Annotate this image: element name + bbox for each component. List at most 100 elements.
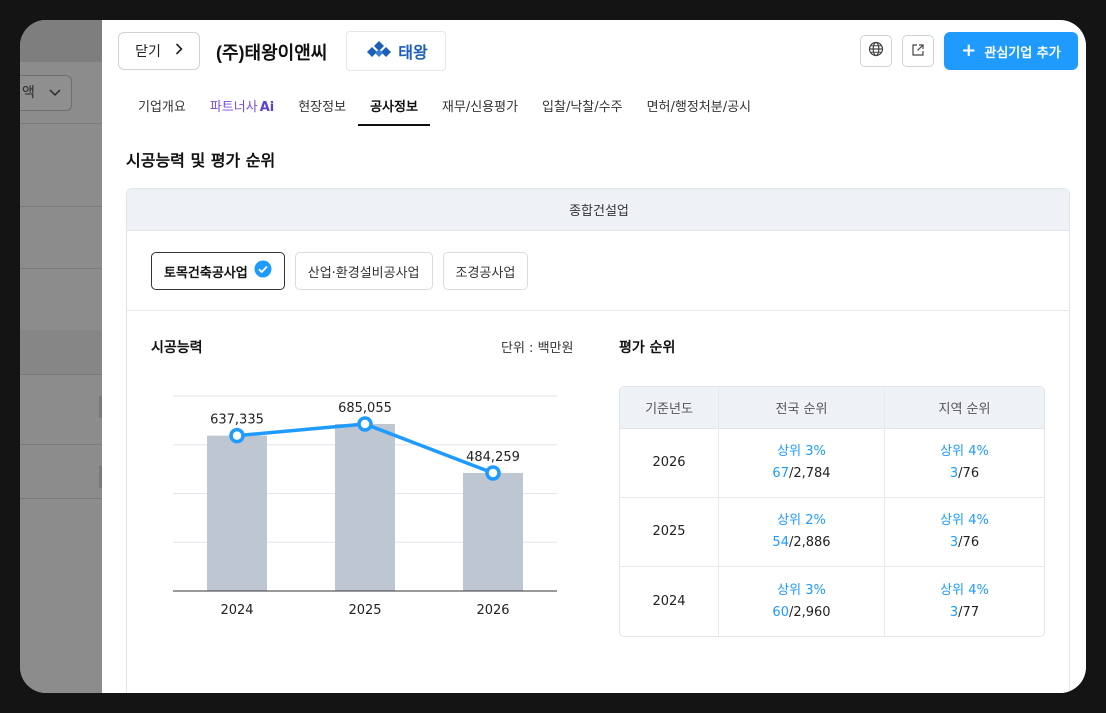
- national-rank-cell: 상위 3% 60/2,960: [718, 567, 884, 636]
- regional-total: /77: [958, 604, 980, 620]
- data-label: 637,335: [210, 413, 264, 428]
- rank-table: 기준년도 전국 순위 지역 순위 2026 상위 3% 67/2,784 상위 4…: [619, 386, 1045, 637]
- chip-label: 조경공사업: [455, 265, 516, 281]
- regional-rank-cell: 상위 4% 3/77: [884, 567, 1044, 636]
- regional-total: /76: [958, 466, 980, 481]
- background-header: [20, 20, 102, 62]
- tab-label: 현장정보: [298, 100, 347, 115]
- business-type-chips: 토목건축공사업 산업·환경설비공사업 조경공사업: [151, 252, 529, 290]
- section-title: 시공능력 및 평가 순위: [126, 151, 276, 170]
- tab-company-overview[interactable]: 기업개요: [138, 90, 186, 126]
- tab-bidding[interactable]: 입찰/낙찰/수주: [542, 90, 623, 126]
- chip-label: 토목건축공사업: [164, 265, 248, 281]
- chart-bar: [463, 472, 523, 591]
- chevron-right-icon: [175, 43, 183, 59]
- capability-card: 종합건설업 토목건축공사업 산업·환경설비공사업 조경공사업 시공능력 단위 :…: [126, 188, 1070, 693]
- national-rank: 60: [772, 604, 789, 620]
- capability-chart: 2024 2025 2026 637,335 685,055 484,259: [173, 395, 557, 618]
- background-select-label: 액: [22, 85, 35, 101]
- table-header-row: 기준년도 전국 순위 지역 순위: [620, 387, 1044, 429]
- logo-text: 태왕: [398, 43, 428, 62]
- close-button-label: 닫기: [135, 44, 161, 60]
- background-divider: [20, 498, 102, 499]
- ai-badge: Ai: [259, 100, 275, 115]
- national-rank: 54: [772, 535, 789, 550]
- table-row: 2024 상위 3% 60/2,960 상위 4% 3/77: [620, 567, 1044, 636]
- background-divider: [20, 268, 102, 269]
- regional-percentile: 상위 4%: [940, 513, 989, 528]
- national-total: /2,960: [788, 604, 831, 620]
- national-rank-cell: 상위 2% 54/2,886: [718, 498, 884, 567]
- company-detail-panel: 닫기 (주)태왕이앤씨 태왕 + 관심기업 추가 기업개요 파트너사 Ai 현장…: [102, 20, 1086, 693]
- external-link-icon: [911, 42, 925, 61]
- card-header: 종합건설업: [127, 189, 1069, 231]
- background-page: 액: [20, 20, 102, 693]
- column-header-year: 기준년도: [620, 387, 718, 429]
- company-logo: 태왕: [346, 31, 446, 71]
- regional-total: /76: [958, 535, 980, 550]
- add-favorite-button[interactable]: + 관심기업 추가: [944, 32, 1078, 70]
- chip-civil-architecture[interactable]: 토목건축공사업: [151, 252, 285, 290]
- national-rank: 67: [772, 466, 789, 481]
- close-button[interactable]: 닫기: [118, 32, 200, 70]
- chart-title: 시공능력: [151, 340, 203, 356]
- tab-construction-info[interactable]: 공사정보: [358, 90, 430, 126]
- tab-finance-credit[interactable]: 재무/신용평가: [442, 90, 518, 126]
- regional-percentile: 상위 4%: [940, 444, 989, 459]
- tab-label: 공사정보: [370, 100, 418, 115]
- year-cell: 2025: [620, 498, 718, 567]
- regional-percentile: 상위 4%: [940, 582, 989, 598]
- x-tick-label: 2025: [348, 603, 381, 618]
- plus-icon: +: [961, 40, 977, 61]
- chart-bar: [207, 435, 267, 591]
- unit-label: 단위 : 백만원: [501, 341, 574, 356]
- national-percentile: 상위 3%: [777, 444, 826, 459]
- data-label: 685,055: [338, 401, 392, 416]
- x-tick-label: 2024: [220, 603, 253, 618]
- national-percentile: 상위 2%: [777, 513, 826, 528]
- open-external-button[interactable]: [902, 35, 934, 67]
- column-header-regional: 지역 순위: [884, 387, 1044, 429]
- logo-mark-icon: [364, 40, 394, 62]
- chart-bar: [335, 424, 395, 591]
- chip-industrial-environment[interactable]: 산업·환경설비공사업: [294, 252, 433, 290]
- chip-label: 산업·환경설비공사업: [307, 265, 420, 281]
- tab-label: 면허/행정처분/공시: [646, 100, 752, 115]
- rank-title: 평가 순위: [619, 340, 676, 356]
- column-header-national: 전국 순위: [718, 387, 884, 429]
- add-favorite-label: 관심기업 추가: [984, 45, 1061, 61]
- tab-licenses[interactable]: 면허/행정처분/공시: [647, 90, 751, 126]
- x-tick-label: 2026: [476, 603, 509, 618]
- regional-rank: 3: [949, 535, 959, 550]
- website-button[interactable]: [860, 35, 892, 67]
- table-row: 2025 상위 2% 54/2,886 상위 4% 3/76: [620, 498, 1044, 567]
- regional-rank: 3: [949, 604, 959, 620]
- tab-site-info[interactable]: 현장정보: [298, 90, 346, 126]
- divider: [127, 310, 1069, 311]
- tab-bar: 기업개요 파트너사 Ai 현장정보 공사정보 재무/신용평가 입찰/낙찰/수주 면…: [122, 90, 775, 126]
- regional-rank-cell: 상위 4% 3/76: [884, 498, 1044, 567]
- background-select: 액: [20, 75, 72, 111]
- tab-label: 파트너사: [209, 100, 258, 115]
- national-total: /2,886: [788, 535, 831, 550]
- background-band: [20, 330, 102, 374]
- tab-partners[interactable]: 파트너사 Ai: [210, 90, 274, 126]
- app-window: 액 닫기 (주)태왕이앤씨 태왕 + 관심기업 추가 기업개요 파트너사 Ai …: [20, 20, 1086, 693]
- table-row: 2026 상위 3% 67/2,784 상위 4% 3/76: [620, 429, 1044, 498]
- panel-header: 닫기 (주)태왕이앤씨 태왕 + 관심기업 추가: [102, 20, 1086, 84]
- data-point: [357, 416, 373, 432]
- globe-icon: [868, 41, 884, 61]
- national-rank-cell: 상위 3% 67/2,784: [718, 429, 884, 498]
- regional-rank-cell: 상위 4% 3/76: [884, 429, 1044, 498]
- tab-label: 기업개요: [138, 100, 186, 115]
- regional-rank: 3: [949, 466, 959, 481]
- data-point: [229, 427, 245, 444]
- background-divider: [20, 123, 102, 124]
- chip-landscaping[interactable]: 조경공사업: [442, 252, 529, 290]
- tab-label: 재무/신용평가: [441, 100, 519, 115]
- company-name: (주)태왕이앤씨: [216, 43, 328, 63]
- national-percentile: 상위 3%: [777, 582, 826, 598]
- data-point: [485, 465, 501, 481]
- background-divider: [20, 374, 102, 375]
- national-total: /2,784: [788, 466, 831, 481]
